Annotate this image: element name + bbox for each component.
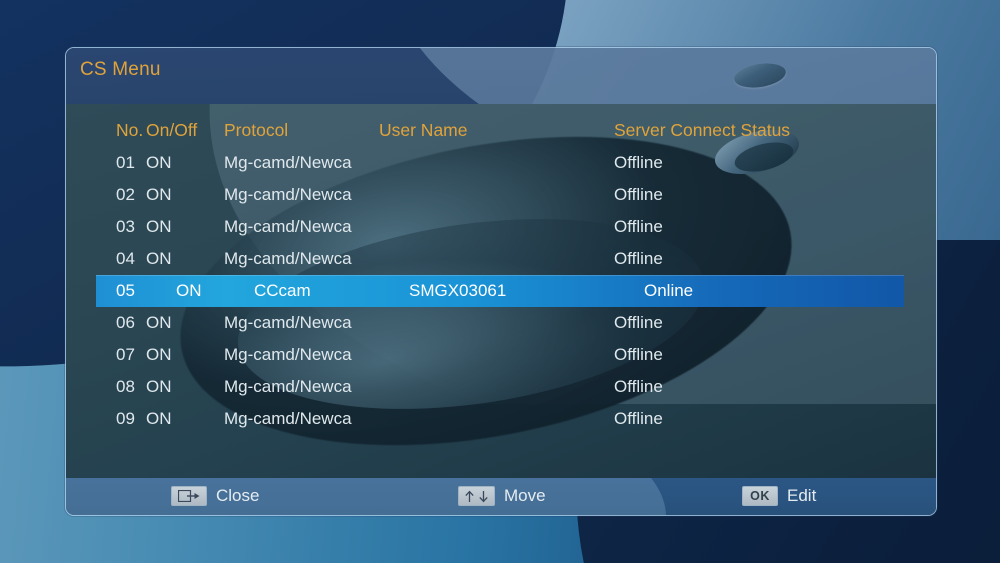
- titlebar-sheen: [386, 48, 936, 104]
- cell-protocol: Mg-camd/Newca: [224, 377, 352, 396]
- cell-protocol: Mg-camd/Newca: [224, 217, 352, 236]
- table-row[interactable]: 04 ON Mg-camd/Newca Offline: [66, 243, 936, 275]
- cell-protocol: Mg-camd/Newca: [224, 313, 352, 332]
- cell-no: 02: [116, 185, 135, 204]
- cell-onoff: ON: [146, 217, 172, 236]
- column-header-protocol: Protocol: [224, 119, 289, 140]
- cell-protocol: Mg-camd/Newca: [224, 153, 352, 172]
- cell-onoff: ON: [176, 281, 202, 300]
- screen: CS Menu No. On/Off Protocol User Name Se…: [0, 0, 1000, 563]
- footer-sheen: [66, 478, 666, 515]
- cell-status: Offline: [614, 409, 663, 428]
- cell-no: 05: [116, 281, 135, 300]
- cs-server-table: No. On/Off Protocol User Name Server Con…: [66, 104, 936, 435]
- cell-status: Offline: [614, 377, 663, 396]
- cell-protocol: CCcam: [254, 281, 311, 300]
- cell-no: 03: [116, 217, 135, 236]
- dialog-titlebar: CS Menu: [66, 48, 936, 104]
- hint-edit[interactable]: OK Edit: [742, 486, 816, 506]
- hint-close-label: Close: [216, 486, 260, 505]
- cell-status: Offline: [614, 153, 663, 172]
- cell-status: Offline: [614, 313, 663, 332]
- cell-protocol: Mg-camd/Newca: [224, 345, 352, 364]
- cell-no: 01: [116, 153, 135, 172]
- up-down-arrows-icon[interactable]: [458, 486, 495, 506]
- cell-protocol: Mg-camd/Newca: [224, 409, 352, 428]
- column-header-status: Server Connect Status: [614, 119, 791, 140]
- cell-no: 06: [116, 313, 135, 332]
- dialog-body: No. On/Off Protocol User Name Server Con…: [66, 104, 936, 478]
- cell-onoff: ON: [146, 313, 172, 332]
- cell-onoff: ON: [146, 185, 172, 204]
- table-row[interactable]: 01 ON Mg-camd/Newca Offline: [66, 147, 936, 179]
- cell-onoff: ON: [146, 377, 172, 396]
- hint-move-label: Move: [504, 486, 546, 505]
- exit-icon[interactable]: [171, 486, 207, 506]
- cell-no: 08: [116, 377, 135, 396]
- cell-username: SMGX03061: [409, 281, 507, 300]
- hint-move[interactable]: Move: [458, 486, 546, 506]
- table-row[interactable]: 03 ON Mg-camd/Newca Offline: [66, 211, 936, 243]
- cell-status: Offline: [614, 185, 663, 204]
- cell-onoff: ON: [146, 409, 172, 428]
- cell-onoff: ON: [146, 249, 172, 268]
- dialog-footer: Close Move OK Edit: [66, 478, 936, 515]
- cell-status: Offline: [614, 217, 663, 236]
- cell-onoff: ON: [146, 153, 172, 172]
- cell-no: 07: [116, 345, 135, 364]
- column-header-no: No.: [116, 119, 144, 140]
- cell-protocol: Mg-camd/Newca: [224, 185, 352, 204]
- cell-protocol: Mg-camd/Newca: [224, 249, 352, 268]
- dialog-title: CS Menu: [80, 59, 161, 80]
- cell-status: Online: [644, 281, 694, 300]
- table-row[interactable]: 05 ON CCcam SMGX03061 Online: [96, 275, 904, 307]
- table-row[interactable]: 06 ON Mg-camd/Newca Offline: [66, 307, 936, 339]
- cell-status: Offline: [614, 249, 663, 268]
- column-header-onoff: On/Off: [146, 119, 198, 140]
- column-header-username: User Name: [379, 119, 468, 140]
- hint-edit-label: Edit: [787, 486, 817, 505]
- cell-onoff: ON: [146, 345, 172, 364]
- hint-close[interactable]: Close: [171, 486, 259, 506]
- table-row[interactable]: 09 ON Mg-camd/Newca Offline: [66, 403, 936, 435]
- cell-no: 09: [116, 409, 135, 428]
- cs-menu-dialog: CS Menu No. On/Off Protocol User Name Se…: [65, 47, 937, 516]
- table-header-row: No. On/Off Protocol User Name Server Con…: [66, 113, 936, 147]
- table-row[interactable]: 07 ON Mg-camd/Newca Offline: [66, 339, 936, 371]
- cell-status: Offline: [614, 345, 663, 364]
- table-row[interactable]: 02 ON Mg-camd/Newca Offline: [66, 179, 936, 211]
- cell-no: 04: [116, 249, 135, 268]
- ok-key[interactable]: OK: [742, 486, 778, 506]
- table-rows: 01 ON Mg-camd/Newca Offline 02 ON Mg-camd/Newc…: [66, 147, 936, 435]
- table-row[interactable]: 08 ON Mg-camd/Newca Offline: [66, 371, 936, 403]
